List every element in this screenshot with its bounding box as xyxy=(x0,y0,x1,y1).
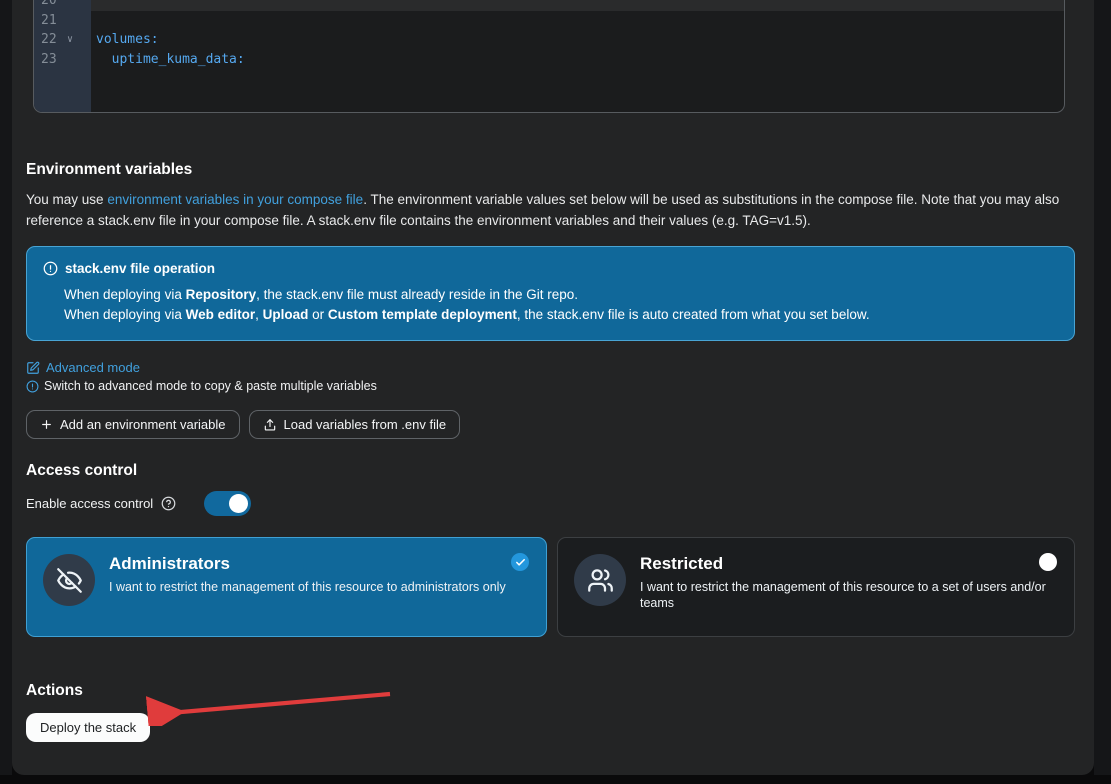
access-option-restricted[interactable]: Restricted I want to restrict the manage… xyxy=(557,537,1075,637)
info-box-line: When deploying via Web editor, Upload or… xyxy=(64,305,1058,325)
load-variables-from-env-button[interactable]: Load variables from .env file xyxy=(249,410,461,439)
left-gutter-strip xyxy=(0,0,12,775)
load-variables-from-env-label: Load variables from .env file xyxy=(284,417,447,432)
advanced-mode-link[interactable]: Advanced mode xyxy=(26,360,140,375)
edit-square-icon xyxy=(26,361,40,375)
administrators-option-title: Administrators xyxy=(109,554,506,574)
upload-icon xyxy=(263,418,277,432)
deploy-the-stack-button[interactable]: Deploy the stack xyxy=(26,713,150,742)
environment-variables-heading: Environment variables xyxy=(26,161,192,179)
access-control-heading: Access control xyxy=(26,462,137,480)
line-number: 20 xyxy=(34,0,91,11)
code-line: uptime_kuma_data: xyxy=(91,50,1064,70)
line-number: 21 xyxy=(34,11,91,31)
plus-icon xyxy=(40,418,53,431)
compose-file-editor[interactable]: 20 21 22∨ 23 volumes: uptime_kuma_data: xyxy=(33,0,1065,113)
info-box-title: stack.env file operation xyxy=(65,261,215,276)
editor-code-area[interactable]: volumes: uptime_kuma_data: xyxy=(91,0,1064,112)
inline-link[interactable]: environment variables in your compose fi… xyxy=(107,192,363,207)
alert-circle-icon xyxy=(43,261,58,276)
stack-create-page: 20 21 22∨ 23 volumes: uptime_kuma_data: … xyxy=(0,0,1111,784)
toggle-knob xyxy=(229,494,248,513)
add-environment-variable-label: Add an environment variable xyxy=(60,417,226,432)
help-circle-icon[interactable] xyxy=(161,496,176,511)
access-option-administrators[interactable]: Administrators I want to restrict the ma… xyxy=(26,537,547,637)
enable-access-control-toggle[interactable] xyxy=(204,491,251,516)
code-line xyxy=(91,11,1064,31)
scrollbar-track[interactable] xyxy=(1094,0,1111,775)
line-number: 23 xyxy=(34,50,91,70)
environment-variables-description: You may use environment variables in you… xyxy=(26,190,1075,231)
stack-form-panel: 20 21 22∨ 23 volumes: uptime_kuma_data: … xyxy=(12,0,1094,775)
line-number: 22∨ xyxy=(34,30,91,50)
advanced-mode-label: Advanced mode xyxy=(46,360,140,375)
fold-chevron-icon[interactable]: ∨ xyxy=(67,30,73,50)
editor-line-number-gutter: 20 21 22∨ 23 xyxy=(34,0,91,112)
advanced-mode-hint-text: Switch to advanced mode to copy & paste … xyxy=(44,379,377,393)
eye-off-icon xyxy=(43,554,95,606)
users-icon xyxy=(574,554,626,606)
alert-circle-icon xyxy=(26,380,39,393)
stack-env-info-box: stack.env file operation When deploying … xyxy=(26,246,1075,341)
restricted-option-title: Restricted xyxy=(640,554,1058,574)
code-line xyxy=(91,0,1064,11)
administrators-option-description: I want to restrict the management of thi… xyxy=(109,579,506,595)
radio-selected-icon[interactable] xyxy=(511,553,529,571)
info-box-line: When deploying via Repository, the stack… xyxy=(64,285,1058,305)
advanced-mode-hint: Switch to advanced mode to copy & paste … xyxy=(26,379,377,393)
restricted-option-description: I want to restrict the management of thi… xyxy=(640,579,1058,611)
enable-access-control-label: Enable access control xyxy=(26,496,153,511)
add-environment-variable-button[interactable]: Add an environment variable xyxy=(26,410,240,439)
radio-unselected-icon[interactable] xyxy=(1039,553,1057,571)
code-line: volumes: xyxy=(91,30,1064,50)
actions-heading: Actions xyxy=(26,682,83,700)
